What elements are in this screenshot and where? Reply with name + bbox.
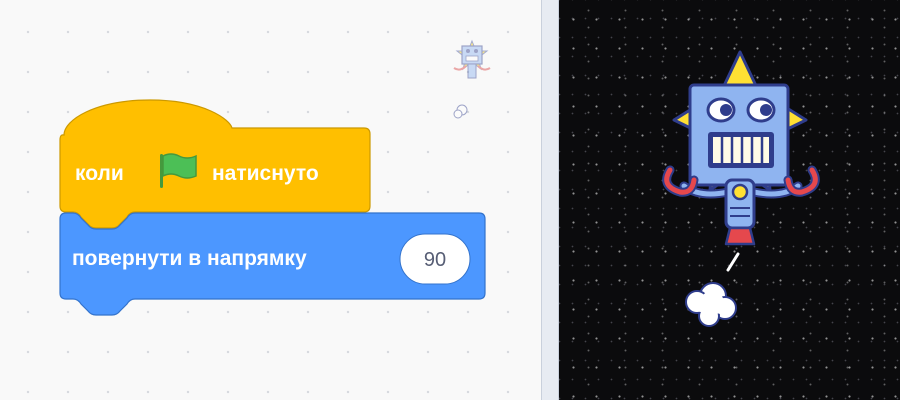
sprite-thumbnail-robot-icon: [453, 39, 491, 119]
motion-block-label: повернути в напрямку: [72, 247, 307, 270]
robot-sprite-icon[interactable]: [662, 50, 820, 327]
hat-block-label-when: коли: [75, 162, 124, 185]
exhaust-cloud-icon: [685, 282, 737, 327]
script-stack: коли натиснуто повернути в напрямку 90: [59, 39, 491, 316]
point-in-direction-block[interactable]: повернути в напрямку 90: [59, 212, 486, 316]
code-workspace[interactable]: коли натиснуто повернути в напрямку 90: [0, 0, 541, 400]
direction-input[interactable]: 90: [399, 233, 471, 285]
panel-divider[interactable]: [541, 0, 559, 400]
when-flag-clicked-block[interactable]: коли натиснуто: [59, 99, 371, 229]
stage-sprite-layer: [662, 50, 820, 327]
direction-value: 90: [424, 249, 446, 271]
stage-canvas[interactable]: [559, 0, 900, 400]
hat-block-label-clicked: натиснуто: [212, 162, 319, 185]
